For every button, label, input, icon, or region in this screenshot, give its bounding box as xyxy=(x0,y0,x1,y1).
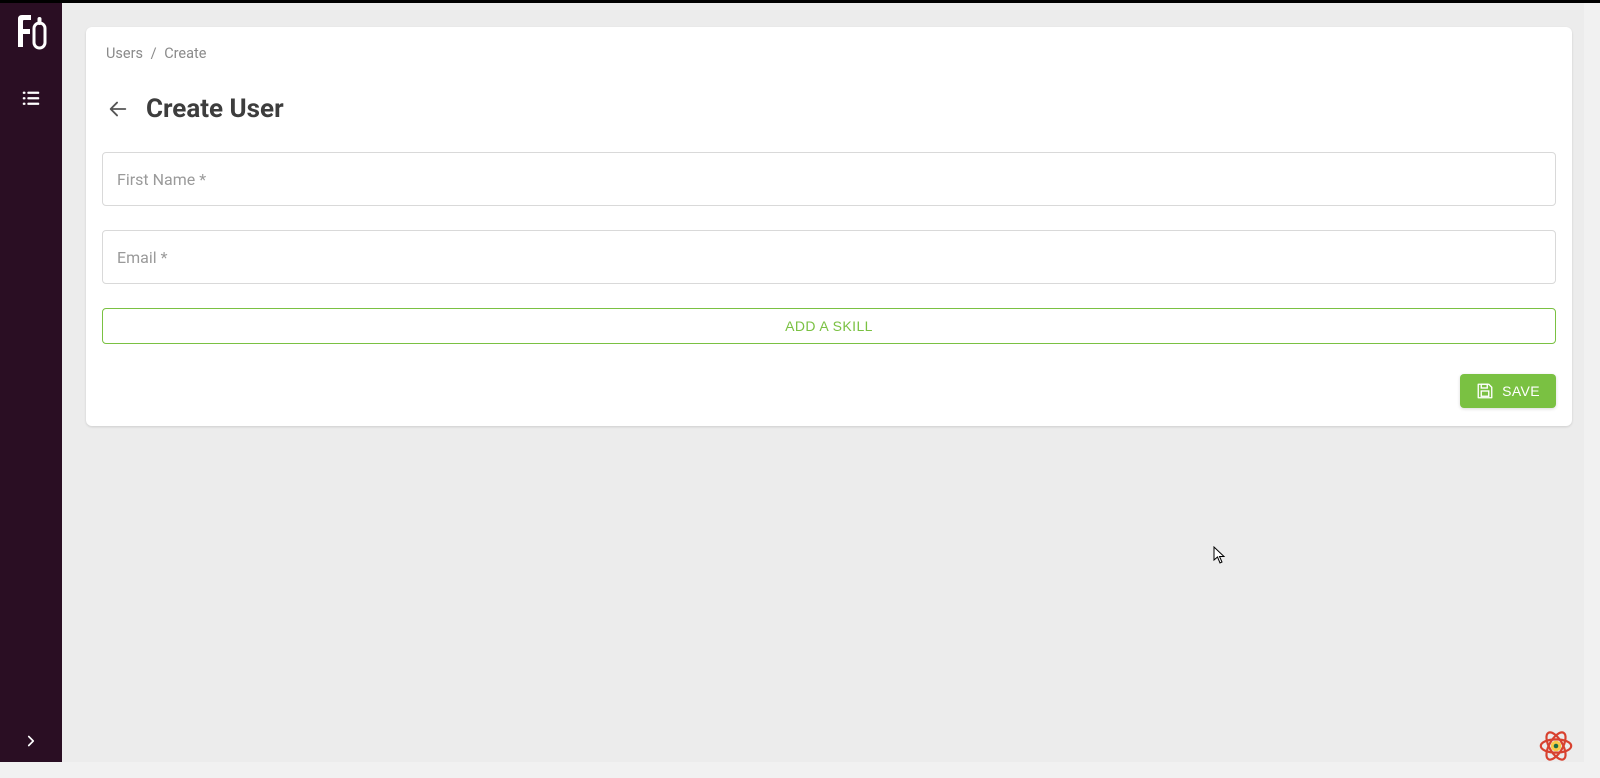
react-query-icon xyxy=(1537,727,1575,765)
form-card: Users / Create Create User First Name * … xyxy=(86,27,1572,426)
devtools-badge[interactable] xyxy=(1536,726,1576,766)
form-actions: SAVE xyxy=(86,374,1572,408)
content-area: Users / Create Create User First Name * … xyxy=(62,3,1600,762)
save-button[interactable]: SAVE xyxy=(1460,374,1556,408)
list-icon xyxy=(20,87,42,109)
page-title: Create User xyxy=(146,94,284,124)
breadcrumb: Users / Create xyxy=(86,27,1572,62)
title-row: Create User xyxy=(86,62,1572,152)
email-input[interactable] xyxy=(117,248,1541,266)
breadcrumb-separator: / xyxy=(151,45,157,62)
form: First Name * Email * ADD A SKILL xyxy=(86,152,1572,344)
logo-fo-icon xyxy=(15,13,47,51)
arrow-left-icon xyxy=(107,98,129,120)
back-button[interactable] xyxy=(106,97,130,121)
first-name-input[interactable] xyxy=(117,170,1541,188)
vertical-scrollbar[interactable] xyxy=(1584,3,1600,762)
breadcrumb-current: Create xyxy=(164,45,206,62)
sidebar-menu-button[interactable] xyxy=(20,87,42,113)
horizontal-scrollbar[interactable] xyxy=(0,762,1584,778)
breadcrumb-root[interactable]: Users xyxy=(106,45,143,62)
sidebar-expand-button[interactable] xyxy=(0,726,62,756)
first-name-field[interactable]: First Name * xyxy=(102,152,1556,206)
save-icon xyxy=(1476,382,1494,400)
email-field[interactable]: Email * xyxy=(102,230,1556,284)
scroll-corner xyxy=(1584,762,1600,778)
save-button-label: SAVE xyxy=(1502,383,1540,399)
add-skill-button[interactable]: ADD A SKILL xyxy=(102,308,1556,344)
chevron-right-icon xyxy=(22,732,40,750)
app-logo[interactable] xyxy=(15,13,47,51)
sidebar xyxy=(0,3,62,762)
